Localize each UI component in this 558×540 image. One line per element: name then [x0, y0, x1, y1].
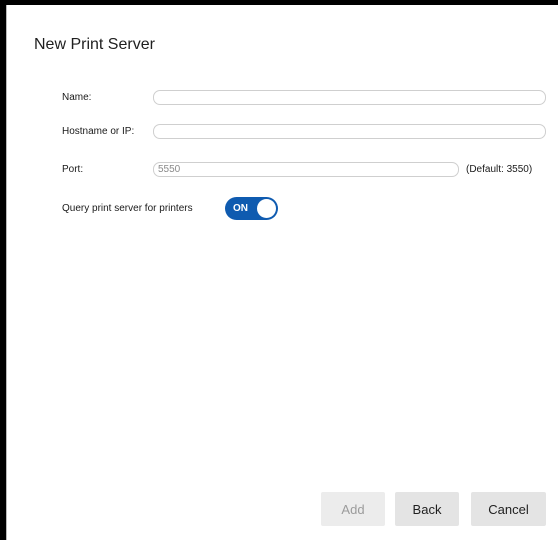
toggle-knob [257, 199, 276, 218]
hostname-label: Hostname or IP: [62, 126, 135, 137]
name-input[interactable] [153, 90, 546, 105]
port-default-hint: (Default: 3550) [466, 164, 533, 175]
dialog-title: New Print Server [34, 36, 155, 53]
query-printers-label: Query print server for printers [62, 203, 193, 214]
toggle-state-text: ON [233, 203, 248, 214]
cancel-button[interactable]: Cancel [471, 492, 546, 526]
port-label: Port: [62, 164, 84, 175]
back-button[interactable]: Back [395, 492, 459, 526]
hostname-input[interactable] [153, 124, 546, 139]
name-label: Name: [62, 92, 92, 103]
add-button[interactable]: Add [321, 492, 385, 526]
port-input[interactable] [153, 162, 459, 177]
query-printers-toggle[interactable]: ON [225, 197, 278, 220]
new-print-server-dialog: New Print Server Name: Hostname or IP: P… [6, 5, 558, 540]
